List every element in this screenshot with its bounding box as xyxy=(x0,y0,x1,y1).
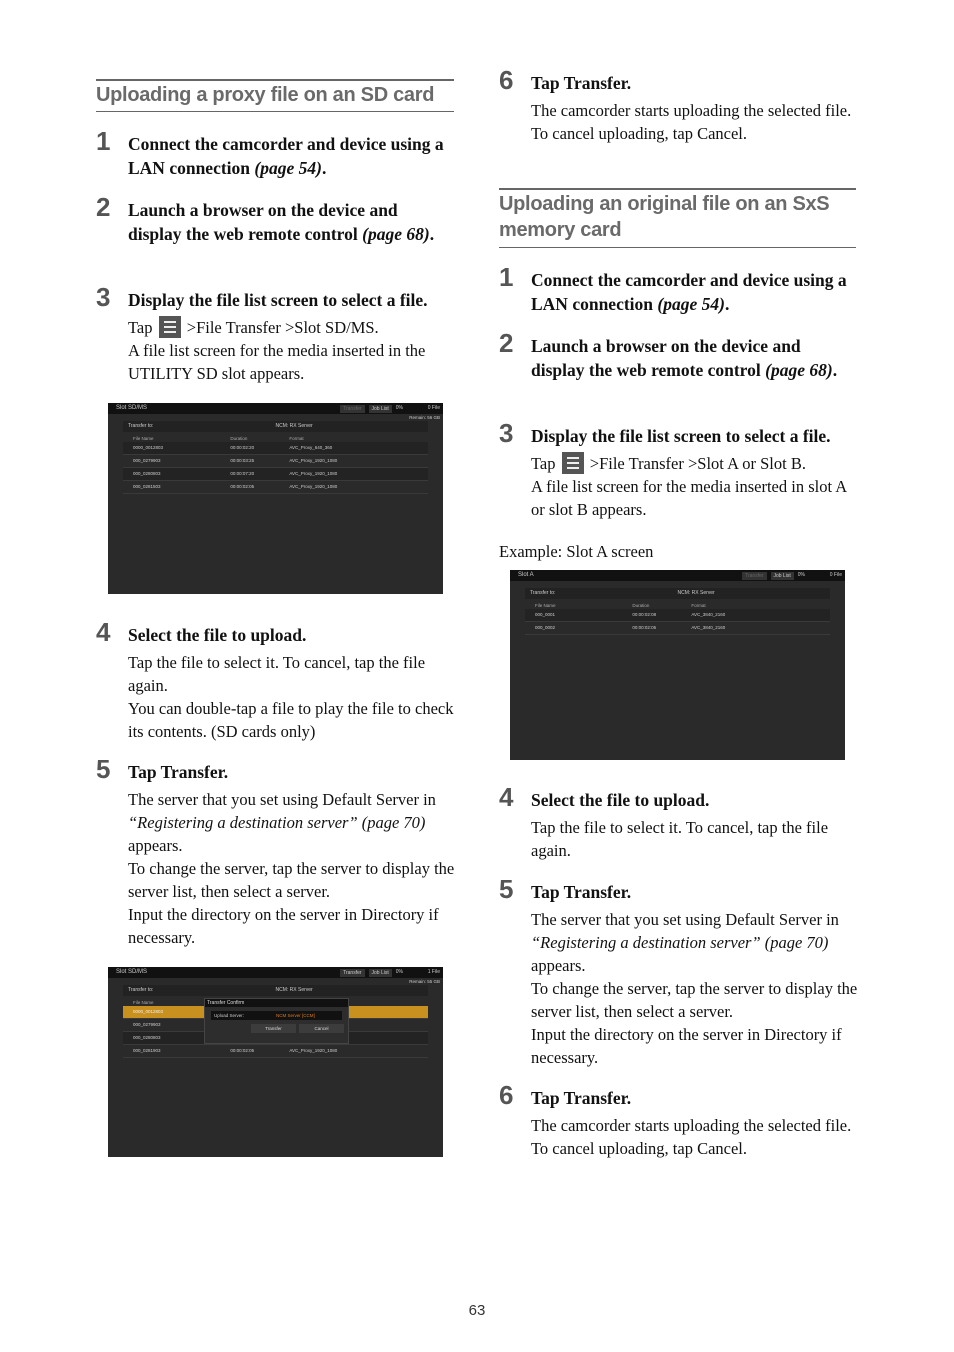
transfer-button[interactable]: Transfer xyxy=(340,969,365,978)
step-number: 2 xyxy=(499,328,514,358)
step-3: 3 Display the file list screen to select… xyxy=(96,282,428,383)
file-row[interactable]: 000_0281503 00:00:02:05 AVC_Proxy_1920_108… xyxy=(123,481,428,494)
transfer-to-row[interactable]: Transfer to: NCM: RX Server xyxy=(123,985,428,996)
job-list-button[interactable]: Job List xyxy=(368,969,392,978)
page-number: 63 xyxy=(468,1302,486,1319)
step-number: 2 xyxy=(96,192,111,222)
step-number: 5 xyxy=(96,754,111,784)
dialog-transfer-button[interactable]: Transfer xyxy=(251,1024,296,1033)
dialog-cancel-button[interactable]: Cancel xyxy=(299,1024,344,1033)
file-row[interactable]: 000_0279903 00:00:03:25 AVC_Proxy_1920_108… xyxy=(123,455,428,468)
job-list-button[interactable]: Job List xyxy=(770,572,794,581)
menu-icon xyxy=(158,316,181,338)
step-number: 6 xyxy=(499,1080,514,1110)
step-6-top: 6 Tap Transfer. The camcorder starts upl… xyxy=(499,65,852,143)
step-3: 3 Display the file list screen to select… xyxy=(499,418,847,519)
example-label: Example: Slot A screen xyxy=(499,542,654,561)
section-heading-proxy: Uploading a proxy file on an SD card xyxy=(96,79,454,112)
step-2: 2 Launch a browser on the device and dis… xyxy=(499,328,838,380)
file-row[interactable]: 0000_0012803 00:00:02:20 AVC_Proxy_640_360 xyxy=(123,442,428,455)
step-1: 1 Connect the camcorder and device using… xyxy=(96,126,444,178)
page-ref[interactable]: (page 68) xyxy=(765,360,833,380)
file-row[interactable]: 000_0281903 00:00:02:05 AVC_Proxy_1920_108… xyxy=(123,1045,428,1058)
transfer-to-row[interactable]: Transfer to: NCM: RX Server xyxy=(123,421,428,432)
step-number: 4 xyxy=(499,782,514,812)
step-2: 2 Launch a browser on the device and dis… xyxy=(96,192,435,244)
title-bar: Slot A Transfer Job List 0% 0 File xyxy=(510,570,845,581)
file-row[interactable]: 000_0280803 00:00:07:20 AVC_Proxy_1920_108… xyxy=(123,468,428,481)
file-row[interactable]: 000_0001 00:00:02:08 AVC_3840_2160 xyxy=(525,609,830,622)
page-ref[interactable]: (page 54) xyxy=(254,158,322,178)
page-ref[interactable]: (page 54) xyxy=(657,294,725,314)
title-bar: Slot SD/MS Transfer Job List 0% 0 File xyxy=(108,403,443,414)
screenshot-transfer-confirm: Slot SD/MS Transfer Job List 0% 1 File Rema… xyxy=(108,967,443,1157)
page-ref[interactable]: “Registering a destination server” (page… xyxy=(531,933,828,952)
title-bar: Slot SD/MS Transfer Job List 0% 1 File xyxy=(108,967,443,978)
job-list-button[interactable]: Job List xyxy=(368,405,392,414)
step-number: 3 xyxy=(499,418,514,448)
step-number: 1 xyxy=(499,262,514,292)
section-heading-sxs: Uploading an original file on an SxS mem… xyxy=(499,188,856,248)
step-6: 6 Tap Transfer. The camcorder starts upl… xyxy=(499,1080,852,1158)
step-1: 1 Connect the camcorder and device using… xyxy=(499,262,847,314)
upload-server-select[interactable]: Upload Server: NCM Server [CCM] xyxy=(211,1011,342,1020)
transfer-button[interactable]: Transfer xyxy=(340,405,365,414)
step-number: 6 xyxy=(499,65,514,95)
step-4: 4 Select the file to upload. Tap the fil… xyxy=(96,617,454,741)
page-ref[interactable]: “Registering a destination server” (page… xyxy=(128,813,425,832)
step-number: 1 xyxy=(96,126,111,156)
transfer-confirm-dialog: Transfer Confirm Upload Server: NCM Serve… xyxy=(204,998,349,1044)
file-row[interactable]: 000_0002 00:00:02:05 AVC_3840_2160 xyxy=(525,622,830,635)
step-number: 4 xyxy=(96,617,111,647)
screenshot-slot-sdms: Slot SD/MS Transfer Job List 0% 0 File Rema… xyxy=(108,403,443,594)
step-number: 3 xyxy=(96,282,111,312)
step-5: 5 Tap Transfer. The server that you set … xyxy=(96,754,455,947)
page-ref[interactable]: (page 68) xyxy=(362,224,430,244)
transfer-button[interactable]: Transfer xyxy=(742,572,767,581)
step-5: 5 Tap Transfer. The server that you set … xyxy=(499,874,858,1067)
step-4: 4 Select the file to upload. Tap the fil… xyxy=(499,782,829,860)
step-number: 5 xyxy=(499,874,514,904)
screenshot-slot-a: Slot A Transfer Job List 0% 0 File Transfer… xyxy=(510,570,845,760)
menu-icon xyxy=(561,452,584,474)
transfer-to-row[interactable]: Transfer to: NCM: RX Server xyxy=(525,588,830,599)
